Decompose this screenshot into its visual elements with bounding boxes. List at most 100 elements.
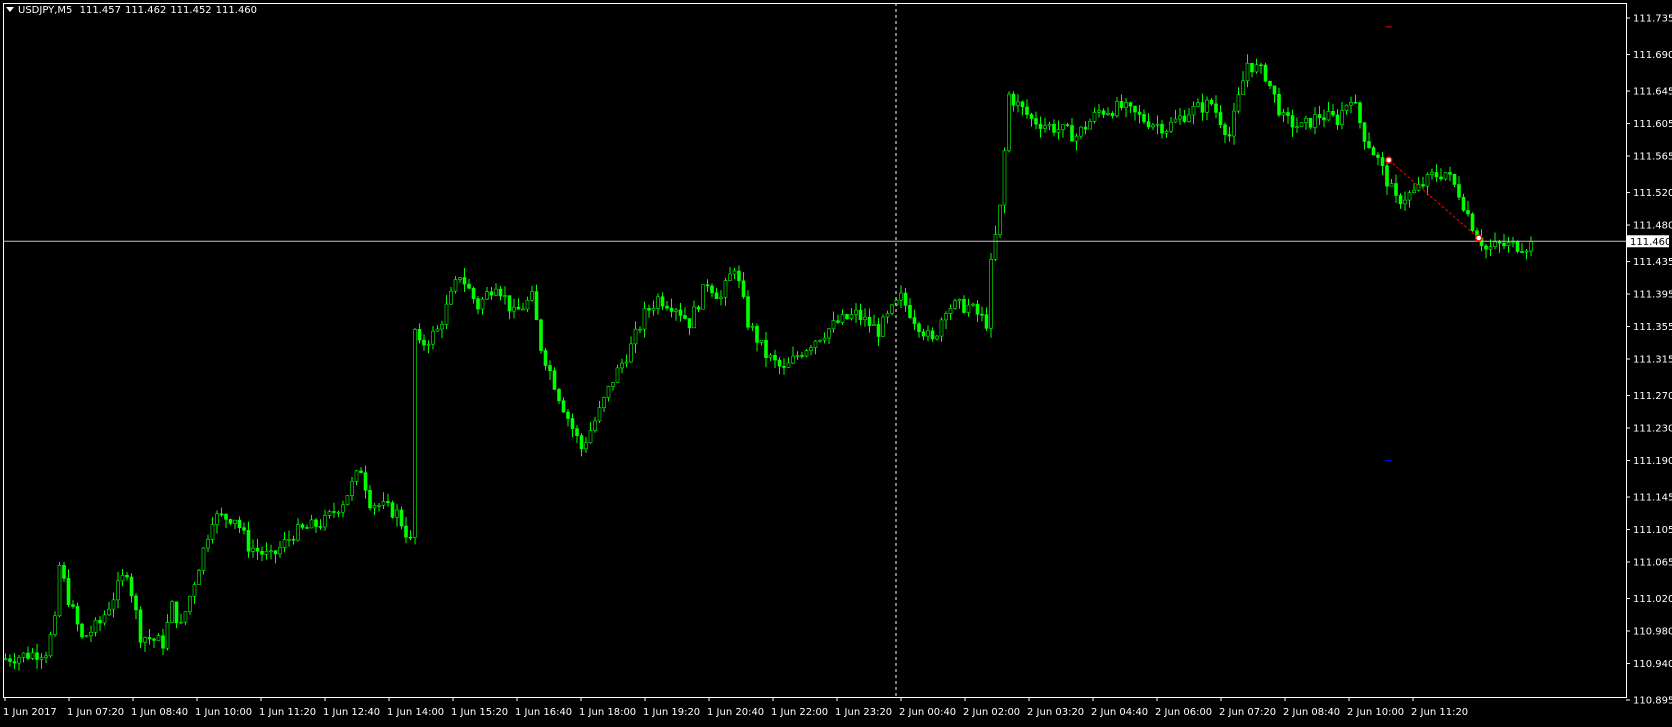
- y-tick-label: 111.315: [1633, 355, 1672, 366]
- candle-body: [1317, 114, 1322, 118]
- candle-body: [156, 635, 161, 641]
- candle-body: [980, 313, 984, 316]
- y-tick-label: 111.435: [1633, 257, 1672, 268]
- candle-body: [701, 284, 705, 310]
- candle-body: [1133, 105, 1137, 113]
- candle-body: [467, 283, 471, 289]
- candle-body: [1259, 64, 1263, 67]
- candle-body: [656, 296, 660, 309]
- candle-body: [228, 519, 233, 524]
- x-tick-label: 2 Jun 10:00: [1347, 707, 1404, 718]
- candle-body: [773, 354, 777, 361]
- candle-body: [1088, 120, 1092, 130]
- candle-body: [1020, 101, 1025, 108]
- price-chart[interactable]: 111.735 111.690 111.645 111.605 111.565 111.5…: [0, 0, 1672, 727]
- candle-body: [1007, 93, 1011, 152]
- candle-body: [800, 355, 804, 357]
- candle-body: [1353, 101, 1358, 104]
- candle-body: [1286, 112, 1290, 116]
- candle-body: [242, 527, 246, 531]
- candle-body: [80, 623, 84, 638]
- candle-body: [665, 305, 669, 309]
- candle-body: [683, 315, 687, 319]
- candle-body: [1047, 123, 1052, 127]
- candle-body: [89, 631, 93, 637]
- candle-body: [1155, 123, 1160, 126]
- candle-body: [566, 411, 570, 419]
- candle-body: [1430, 172, 1434, 175]
- candle-body: [1371, 147, 1376, 156]
- candle-body: [998, 204, 1002, 235]
- candle-body: [530, 291, 534, 301]
- candle-body: [521, 308, 525, 311]
- candle-body: [804, 350, 809, 357]
- candle-body: [1223, 124, 1227, 135]
- candle-body: [161, 635, 165, 649]
- candle-body: [1205, 99, 1209, 113]
- candle-body: [624, 361, 629, 364]
- candle-body: [1034, 118, 1038, 125]
- candle-body: [935, 335, 939, 340]
- candle-body: [818, 339, 822, 342]
- candle-body: [926, 330, 930, 337]
- candle-body: [417, 329, 422, 341]
- candle-body: [345, 495, 350, 506]
- candle-body: [687, 318, 692, 329]
- candle-body: [422, 339, 426, 346]
- open-price: 111.457: [79, 5, 121, 16]
- candle-body: [881, 316, 885, 337]
- candle-body: [17, 657, 21, 664]
- y-tick-label: 111.020: [1633, 594, 1672, 605]
- candle-body: [1425, 174, 1430, 187]
- candle-body: [251, 547, 255, 552]
- candle-body: [930, 330, 935, 340]
- candle-body: [822, 337, 827, 341]
- candle-body: [615, 367, 620, 383]
- trade-exit-marker[interactable]: [1475, 234, 1483, 242]
- candle-body: [1182, 115, 1187, 122]
- candle-body: [858, 309, 863, 321]
- candle-body: [791, 355, 795, 364]
- candle-body: [8, 658, 12, 662]
- candle-body: [84, 635, 89, 638]
- trade-entry-marker[interactable]: [1385, 156, 1393, 164]
- candle-body: [1461, 196, 1466, 211]
- dropdown-triangle-icon[interactable]: [6, 7, 14, 12]
- candle-body: [1119, 101, 1124, 108]
- y-tick-label: 111.230: [1633, 424, 1672, 435]
- candle-body: [62, 565, 66, 579]
- candle-body: [336, 511, 341, 514]
- y-tick-label: 110.980: [1633, 626, 1672, 637]
- candle-body: [606, 386, 611, 398]
- candle-body: [1065, 124, 1070, 126]
- candle-body: [548, 365, 552, 372]
- candle-body: [66, 577, 71, 605]
- candle-body: [431, 330, 435, 345]
- candle-body: [39, 657, 44, 660]
- candle-body: [1358, 102, 1362, 123]
- candle-body: [1191, 105, 1196, 116]
- y-tick-label: 111.690: [1633, 50, 1672, 61]
- candle-body: [98, 619, 102, 624]
- candle-body: [836, 320, 840, 323]
- candle-body: [359, 470, 363, 473]
- chart-window[interactable]: 111.735 111.690 111.645 111.605 111.565 111.5…: [0, 0, 1672, 727]
- candle-body: [120, 574, 125, 582]
- x-tick-label: 2 Jun 03:20: [1027, 707, 1084, 718]
- candle-body: [138, 609, 143, 643]
- candle-body: [966, 304, 971, 313]
- candle-body: [944, 313, 948, 321]
- candle-body: [102, 614, 107, 624]
- x-tick-label: 1 Jun 22:00: [771, 707, 828, 718]
- candle-body: [1529, 240, 1533, 252]
- candle-body: [1173, 118, 1178, 123]
- candle-body: [1452, 173, 1457, 185]
- candle-body: [512, 306, 516, 312]
- candle-body: [1335, 114, 1340, 125]
- candle-body: [1277, 93, 1281, 116]
- candle-body: [188, 595, 192, 612]
- candle-body: [318, 526, 323, 528]
- y-tick-label: 111.270: [1633, 391, 1672, 402]
- candle-body: [1128, 102, 1133, 107]
- candle-body: [93, 619, 98, 633]
